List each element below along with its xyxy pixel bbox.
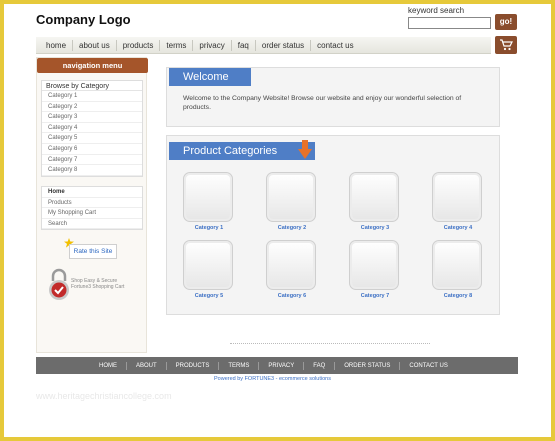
product-categories-title-text: Product Categories <box>183 145 278 157</box>
category-label[interactable]: Category 2 <box>266 225 318 231</box>
category-tile[interactable]: Category 1 <box>183 172 235 231</box>
category-image-placeholder[interactable] <box>266 172 316 222</box>
watermark-text: www.heritagechristiancollege.com <box>36 391 172 401</box>
sidebar-category-8[interactable]: Category 8 <box>42 165 142 176</box>
category-tile[interactable]: Category 2 <box>266 172 318 231</box>
product-categories-title: Product Categories <box>169 142 315 160</box>
go-button[interactable]: go! <box>495 14 517 30</box>
category-image-placeholder[interactable] <box>183 240 233 290</box>
nav-privacy[interactable]: privacy <box>193 41 230 50</box>
sidebar-category-1[interactable]: Category 1 <box>42 91 142 102</box>
footer-about[interactable]: ABOUT <box>127 363 166 369</box>
browse-by-category-title: Browse by Category <box>42 81 142 91</box>
nav-about-us[interactable]: about us <box>73 41 116 50</box>
footer-products[interactable]: PRODUCTS <box>167 363 219 369</box>
category-label[interactable]: Category 4 <box>432 225 484 231</box>
nav-terms[interactable]: terms <box>160 41 192 50</box>
sidebar-category-5[interactable]: Category 5 <box>42 133 142 144</box>
shopping-cart-button[interactable] <box>495 36 517 54</box>
sidebar-category-7[interactable]: Category 7 <box>42 155 142 166</box>
category-label[interactable]: Category 1 <box>183 225 235 231</box>
category-tile[interactable]: Category 5 <box>183 240 235 299</box>
category-tile[interactable]: Category 3 <box>349 172 401 231</box>
welcome-panel: Welcome Welcome to the Company Website! … <box>166 67 500 127</box>
keyword-search-input[interactable] <box>408 17 491 29</box>
category-image-placeholder[interactable] <box>266 240 316 290</box>
welcome-title: Welcome <box>169 68 251 86</box>
secure-shopping-text: Shop Easy & Secure Fortune3 Shopping Car… <box>71 278 124 290</box>
category-image-placeholder[interactable] <box>183 172 233 222</box>
category-image-placeholder[interactable] <box>349 172 399 222</box>
dotted-divider <box>230 343 430 344</box>
sidebar-link-products[interactable]: Products <box>42 198 142 209</box>
category-label[interactable]: Category 5 <box>183 293 235 299</box>
nav-contact-us[interactable]: contact us <box>311 41 359 50</box>
powered-by-text[interactable]: Powered by FORTUNE3 - ecommerce solution… <box>214 376 331 382</box>
footer-privacy[interactable]: PRIVACY <box>259 363 303 369</box>
shopping-cart-icon <box>500 39 513 51</box>
rate-this-site-button[interactable]: Rate this Site <box>69 244 117 259</box>
sidebar-links: Home Products My Shopping Cart Search <box>41 186 143 231</box>
sidebar-link-shopping-cart[interactable]: My Shopping Cart <box>42 208 142 219</box>
category-label[interactable]: Category 8 <box>432 293 484 299</box>
category-image-placeholder[interactable] <box>349 240 399 290</box>
top-navigation: home about us products terms privacy faq… <box>36 37 491 54</box>
welcome-text: Welcome to the Company Website! Browse o… <box>183 95 462 111</box>
footer-home[interactable]: HOME <box>90 363 126 369</box>
footer-contact-us[interactable]: CONTACT US <box>400 363 456 369</box>
secure-lock-icon <box>49 268 69 300</box>
category-image-placeholder[interactable] <box>432 172 482 222</box>
footer-terms[interactable]: TERMS <box>219 363 258 369</box>
nav-products[interactable]: products <box>117 41 160 50</box>
nav-faq[interactable]: faq <box>232 41 255 50</box>
category-label[interactable]: Category 7 <box>349 293 401 299</box>
sidebar-category-2[interactable]: Category 2 <box>42 102 142 113</box>
category-label[interactable]: Category 6 <box>266 293 318 299</box>
category-tile[interactable]: Category 7 <box>349 240 401 299</box>
footer-faq[interactable]: FAQ <box>304 363 334 369</box>
page-container: Company Logo keyword search go! home abo… <box>4 4 551 437</box>
sidebar-category-3[interactable]: Category 3 <box>42 112 142 123</box>
category-tile[interactable]: Category 8 <box>432 240 484 299</box>
sidebar-category-4[interactable]: Category 4 <box>42 123 142 134</box>
category-tile[interactable]: Category 6 <box>266 240 318 299</box>
sidebar-link-home[interactable]: Home <box>42 187 142 198</box>
nav-order-status[interactable]: order status <box>256 41 310 50</box>
keyword-search-label: keyword search <box>408 6 465 15</box>
navigation-menu-header: navigation menu <box>37 58 148 73</box>
footer-order-status[interactable]: ORDER STATUS <box>335 363 399 369</box>
category-tile[interactable]: Category 4 <box>432 172 484 231</box>
arrow-down-icon <box>298 140 312 159</box>
secure-text-line-2: Fortune3 Shopping Cart <box>71 284 125 290</box>
product-categories-panel: Product Categories Category 1 Category 2… <box>166 135 500 315</box>
nav-home[interactable]: home <box>40 41 72 50</box>
category-image-placeholder[interactable] <box>432 240 482 290</box>
footer-navigation: HOME ABOUT PRODUCTS TERMS PRIVACY FAQ OR… <box>36 357 518 374</box>
left-sidebar: navigation menu Browse by Category Categ… <box>36 57 148 353</box>
browse-by-category: Browse by Category Category 1 Category 2… <box>41 80 143 177</box>
company-logo[interactable]: Company Logo <box>36 12 131 27</box>
sidebar-category-6[interactable]: Category 6 <box>42 144 142 155</box>
category-label[interactable]: Category 3 <box>349 225 401 231</box>
sidebar-link-search[interactable]: Search <box>42 219 142 230</box>
